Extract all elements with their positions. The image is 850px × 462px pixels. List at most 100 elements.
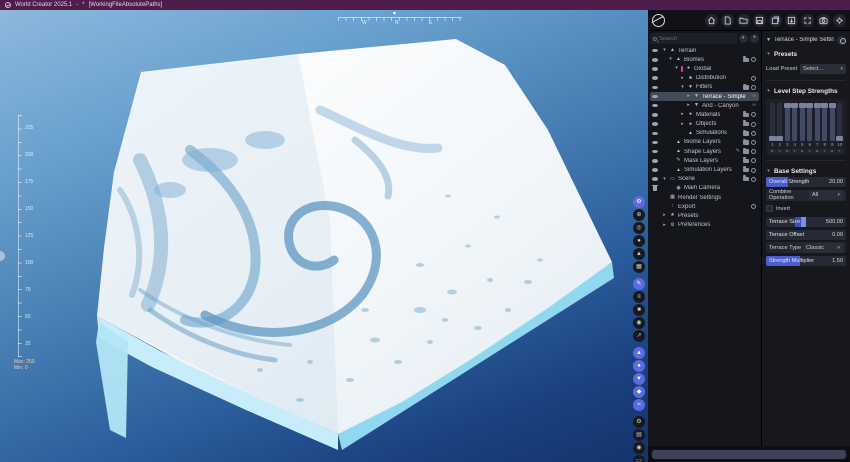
- level-step-slider[interactable]: 2: [777, 103, 784, 153]
- tree-item-objects[interactable]: ♠Objects: [650, 120, 759, 129]
- folder-icon[interactable]: [743, 113, 749, 118]
- camera-icon[interactable]: ◉: [633, 317, 645, 329]
- pin-icon[interactable]: ◉: [633, 442, 645, 454]
- save-as-icon[interactable]: [785, 14, 798, 27]
- pen-icon[interactable]: ✎: [736, 149, 740, 154]
- home-icon[interactable]: [705, 14, 718, 27]
- eye-icon[interactable]: [652, 150, 658, 154]
- resize-icon[interactable]: ↗: [633, 330, 645, 342]
- visibility-filter-button[interactable]: ◐: [739, 34, 748, 43]
- folder-icon[interactable]: [743, 131, 749, 136]
- tree-item-terrace-simple[interactable]: ▼Terrace - Simple∞: [650, 92, 759, 101]
- fullscreen-icon[interactable]: [801, 14, 814, 27]
- eye-icon[interactable]: [652, 141, 658, 145]
- viewport-3d[interactable]: ▾ W N E 225 200 175 150 125 100 75 50 25…: [0, 10, 648, 462]
- tree-item-preferences[interactable]: ⚙Preferences: [650, 221, 759, 230]
- level-step-slider[interactable]: 3: [784, 103, 791, 153]
- gear-icon[interactable]: [751, 204, 756, 209]
- level-step-value-box[interactable]: [784, 149, 791, 154]
- level-step-value-box[interactable]: [822, 149, 829, 154]
- eye-icon[interactable]: [652, 122, 658, 126]
- chevron-right-icon[interactable]: [662, 223, 667, 228]
- layers-icon[interactable]: ≡: [633, 291, 645, 303]
- gear-icon[interactable]: [751, 177, 756, 182]
- preset-select-dropdown[interactable]: Select... ▾: [800, 64, 846, 74]
- terrace-size-slider[interactable]: Terrace Size 500.00: [766, 217, 846, 227]
- chevron-down-icon[interactable]: [662, 177, 667, 182]
- tree-item-filters[interactable]: ▼Filters: [650, 83, 759, 92]
- tree-item-scene[interactable]: ▭Scene: [650, 175, 759, 184]
- level-step-slider[interactable]: 6: [807, 103, 814, 153]
- strength-multiplier-slider[interactable]: Strength Multiplier 1.50: [766, 256, 846, 266]
- search-field[interactable]: [659, 36, 734, 42]
- delete-icon[interactable]: [653, 186, 657, 191]
- folder-icon[interactable]: ▤: [633, 429, 645, 441]
- scrollbar-thumb[interactable]: [651, 449, 847, 460]
- level-step-value-box[interactable]: [769, 149, 776, 154]
- gear-icon[interactable]: ⚙: [633, 196, 645, 208]
- tree-item-global[interactable]: ●Global: [650, 64, 759, 73]
- tree-item-materials[interactable]: ●Materials: [650, 110, 759, 119]
- link-icon[interactable]: ∞: [752, 94, 756, 99]
- globe-icon[interactable]: ⊕: [633, 209, 645, 221]
- eye-icon[interactable]: [652, 49, 658, 53]
- section-presets[interactable]: Presets: [766, 49, 846, 60]
- new-file-icon[interactable]: [721, 14, 734, 27]
- save-icon[interactable]: [753, 14, 766, 27]
- eye-icon[interactable]: [652, 132, 658, 136]
- folder-icon[interactable]: [743, 159, 749, 164]
- terrace-type-dropdown[interactable]: Classic ▾: [803, 243, 843, 253]
- filter-tool-icon[interactable]: ▼: [633, 373, 645, 385]
- brush-icon[interactable]: ✎: [633, 278, 645, 290]
- tree-item-arid-canyon[interactable]: ▼Arid - Canyon∞: [650, 101, 759, 110]
- tree-item-shape-layers[interactable]: ▲Shape Layers✎: [650, 147, 759, 156]
- invert-checkbox[interactable]: [766, 205, 773, 212]
- gear-icon[interactable]: [751, 85, 756, 90]
- level-step-slider[interactable]: 10: [837, 103, 844, 153]
- chevron-down-icon[interactable]: [680, 85, 685, 90]
- gear-icon[interactable]: [751, 158, 756, 163]
- tree-item-render-settings[interactable]: ▦Render Settings: [650, 193, 759, 202]
- section-level-steps[interactable]: Level Step Strengths: [766, 86, 846, 97]
- tree-item-simulations[interactable]: ▲Simulations: [650, 129, 759, 138]
- image-icon[interactable]: ▭: [633, 455, 645, 462]
- target-icon[interactable]: ◎: [633, 222, 645, 234]
- eye-icon[interactable]: [652, 177, 658, 181]
- search-input[interactable]: [650, 33, 737, 44]
- eye-icon[interactable]: [652, 67, 658, 71]
- open-folder-icon[interactable]: [737, 14, 750, 27]
- water-tool-icon[interactable]: ≈: [633, 399, 645, 411]
- droplet-icon[interactable]: ●: [633, 235, 645, 247]
- tree-item-biome-layers[interactable]: ▲Biome Layers: [650, 138, 759, 147]
- combine-operation-dropdown[interactable]: All ▾: [809, 190, 843, 200]
- square-icon[interactable]: ■: [633, 304, 645, 316]
- gear-icon[interactable]: [751, 131, 756, 136]
- terrain-render[interactable]: [0, 10, 648, 462]
- tree-item-simulation-layers[interactable]: ▲Simulation Layers: [650, 165, 759, 174]
- tree-item-distribution[interactable]: ♣Distribution: [650, 74, 759, 83]
- tree-item-biomes[interactable]: ▲Biomes: [650, 55, 759, 64]
- gear-icon[interactable]: [751, 122, 756, 127]
- gear-icon[interactable]: [751, 112, 756, 117]
- tree-item-terrain[interactable]: ▲Terrain: [650, 46, 759, 55]
- folder-icon[interactable]: [743, 140, 749, 145]
- folder-icon[interactable]: [743, 58, 749, 63]
- folder-icon[interactable]: [743, 85, 749, 90]
- settings-gear-button[interactable]: [837, 36, 846, 45]
- level-step-value-box[interactable]: [814, 149, 821, 154]
- folder-icon[interactable]: [743, 177, 749, 182]
- chevron-right-icon[interactable]: [680, 122, 685, 127]
- panel-scrollbar[interactable]: [648, 446, 850, 462]
- folder-icon[interactable]: [743, 168, 749, 173]
- cube-tool-icon[interactable]: ◆: [633, 386, 645, 398]
- gear-icon[interactable]: [751, 76, 756, 81]
- chevron-down-icon[interactable]: [674, 66, 679, 71]
- eye-icon[interactable]: [652, 86, 658, 90]
- level-step-slider[interactable]: 9: [829, 103, 836, 153]
- folder-icon[interactable]: [743, 149, 749, 154]
- level-step-slider[interactable]: 5: [799, 103, 806, 153]
- level-step-value-box[interactable]: [777, 149, 784, 154]
- level-step-slider[interactable]: 8: [822, 103, 829, 153]
- eye-icon[interactable]: [652, 58, 658, 62]
- gear-icon[interactable]: [751, 149, 756, 154]
